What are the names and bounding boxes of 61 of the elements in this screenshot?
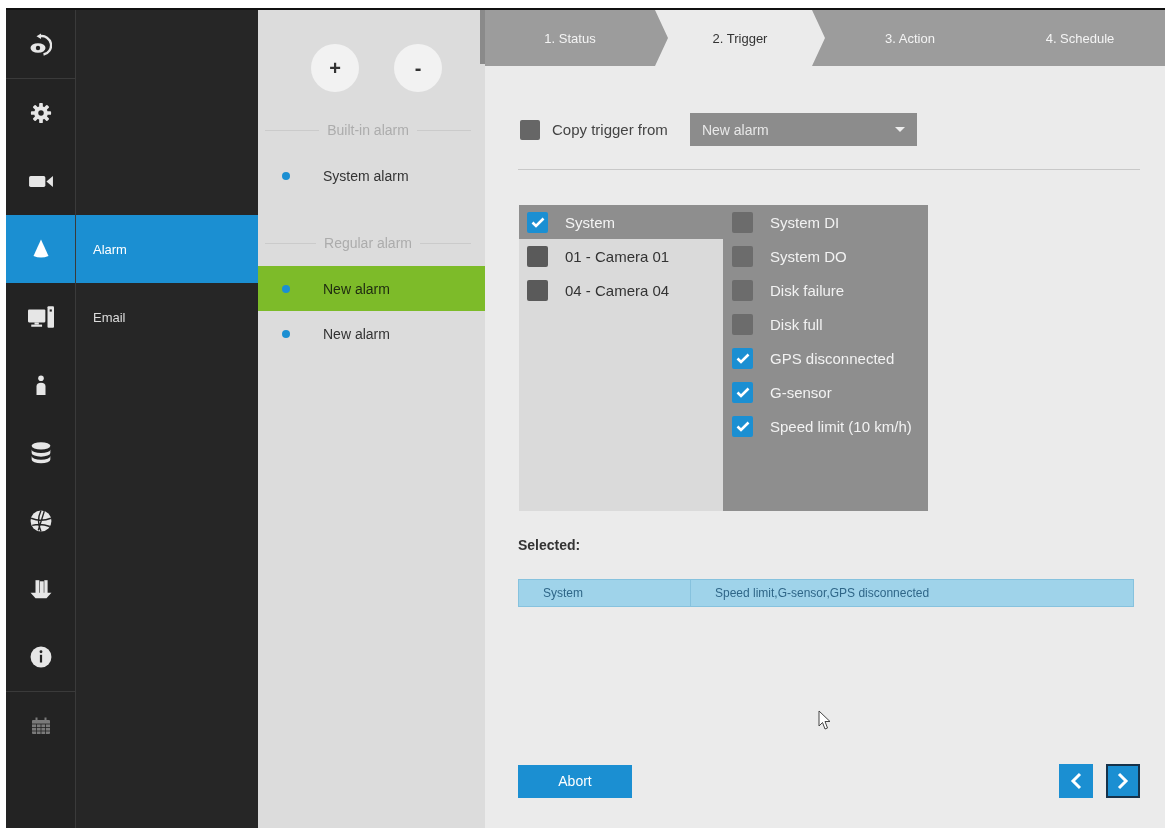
event-label: GPS disconnected <box>770 349 895 367</box>
section-title: Selected: <box>518 536 581 554</box>
info-icon <box>29 646 52 668</box>
wizard-step-tab[interactable]: 2. Trigger <box>655 10 825 66</box>
checkmark-icon <box>735 420 750 432</box>
source-label: System <box>565 213 615 231</box>
table-cell: System <box>519 580 691 606</box>
source-row[interactable]: 01 - Camera 01 <box>519 239 723 273</box>
chevron-left-icon <box>1070 772 1082 790</box>
checkbox[interactable] <box>520 119 540 140</box>
checkbox[interactable] <box>732 415 753 437</box>
globe-icon <box>29 510 52 532</box>
chevron-right-icon <box>1117 772 1129 790</box>
checkbox[interactable] <box>527 211 548 233</box>
abort-button[interactable]: Abort <box>518 764 632 798</box>
event-label: Speed limit (10 km/h) <box>770 417 912 435</box>
person-icon <box>34 374 47 396</box>
next-button[interactable] <box>1106 764 1140 798</box>
video-camera-icon <box>28 174 53 188</box>
storage-icon <box>29 579 52 599</box>
checkmark-icon <box>735 352 750 364</box>
checkbox[interactable] <box>732 347 753 369</box>
submenu-item[interactable]: Alarm <box>76 215 258 283</box>
database-icon <box>30 442 51 464</box>
checkbox[interactable] <box>527 245 548 267</box>
add-button[interactable]: + <box>311 44 359 92</box>
mouse-pointer-icon <box>818 710 831 731</box>
checkbox[interactable] <box>732 313 753 335</box>
remove-button[interactable]: - <box>394 44 442 92</box>
previous-button[interactable] <box>1059 764 1093 798</box>
event-label: Disk failure <box>770 281 845 299</box>
caret-down-icon <box>894 127 905 132</box>
alarm-list-item[interactable]: System alarm <box>258 153 485 198</box>
checkbox[interactable] <box>732 245 753 267</box>
alarm-list-item[interactable]: New alarm <box>258 311 485 356</box>
status-dot-icon <box>282 329 290 338</box>
source-label: 01 - Camera 01 <box>565 247 670 265</box>
checkbox[interactable] <box>732 279 753 301</box>
checkmark-icon <box>735 386 750 398</box>
event-label: System DI <box>770 213 840 231</box>
checkbox-label: Copy trigger from <box>552 121 668 138</box>
scrollbar-thumb[interactable] <box>480 10 485 64</box>
event-label: Disk full <box>770 315 823 333</box>
source-label: 04 - Camera 04 <box>565 281 670 299</box>
alarm-list-item[interactable]: New alarm <box>258 266 485 311</box>
computer-icon <box>27 306 54 328</box>
calendar-icon <box>30 717 51 735</box>
checkmark-icon <box>530 216 545 228</box>
eye-arrow-icon <box>29 32 52 56</box>
source-row[interactable]: 04 - Camera 04 <box>519 273 723 307</box>
status-dot-icon <box>282 171 290 180</box>
checkbox[interactable] <box>732 211 753 233</box>
event-label: G-sensor <box>770 383 832 401</box>
status-dot-icon <box>282 284 290 293</box>
submenu-item[interactable]: Email <box>76 283 258 351</box>
settings-icon <box>29 102 52 124</box>
checkbox[interactable] <box>732 381 753 403</box>
cone-icon <box>32 239 49 259</box>
event-label: System DO <box>770 247 847 265</box>
checkbox[interactable] <box>527 279 548 301</box>
table-cell-text: Speed limit,G-sensor,GPS disconnected <box>714 585 931 602</box>
